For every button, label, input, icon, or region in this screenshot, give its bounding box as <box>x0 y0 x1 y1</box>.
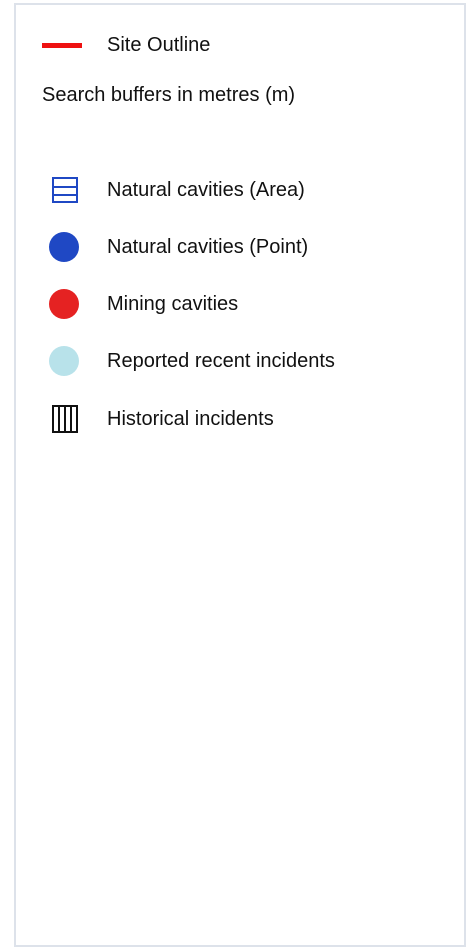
legend-item-natural-cavities-area: Natural cavities (Area) <box>50 175 305 205</box>
legend-item-label: Reported recent incidents <box>107 350 335 372</box>
natural-cavities-area-icon <box>50 175 80 205</box>
legend-item-label: Natural cavities (Point) <box>107 236 309 258</box>
legend-item-mining-cavities: Mining cavities <box>49 289 238 319</box>
legend-item-label: Mining cavities <box>107 293 239 315</box>
legend-panel <box>14 3 466 947</box>
legend-item-natural-cavities-point: Natural cavities (Point) <box>49 232 308 262</box>
mining-cavities-icon <box>49 289 79 319</box>
natural-cavities-point-icon <box>49 232 79 262</box>
legend-item-label: Natural cavities (Area) <box>107 179 305 201</box>
legend-item-reported-recent-incidents: Reported recent incidents <box>49 346 335 376</box>
site-outline-label: Site Outline <box>107 34 211 56</box>
legend-item-label: Historical incidents <box>107 408 274 430</box>
buffers-heading-row: Search buffers in metres (m) <box>42 83 295 107</box>
site-outline-line-icon <box>42 42 82 48</box>
buffers-heading: Search buffers in metres (m) <box>42 84 296 106</box>
reported-recent-incidents-icon <box>49 346 79 376</box>
historical-incidents-icon <box>50 404 80 434</box>
legend-site-outline: Site Outline <box>42 33 210 57</box>
legend-item-historical-incidents: Historical incidents <box>50 404 274 434</box>
